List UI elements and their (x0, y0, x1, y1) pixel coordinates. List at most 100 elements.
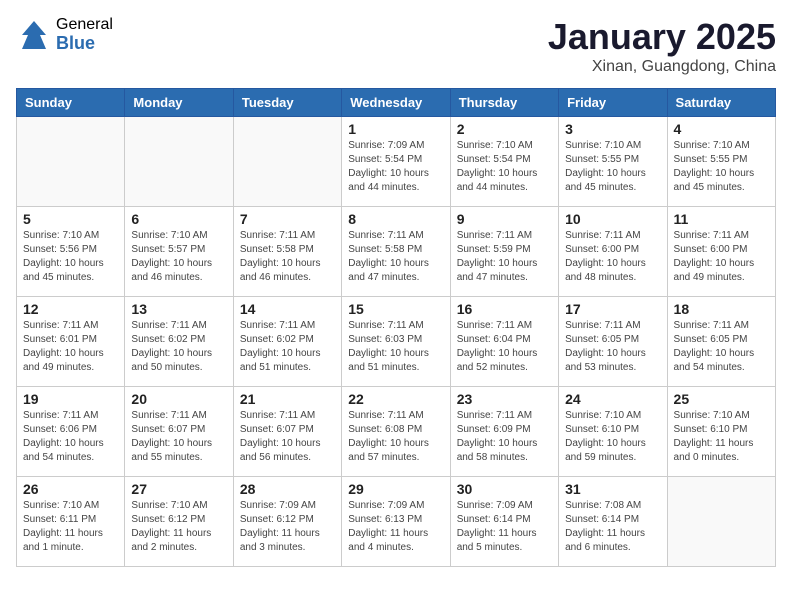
day-info: Sunrise: 7:10 AM Sunset: 6:10 PM Dayligh… (674, 409, 769, 465)
calendar-cell: 14Sunrise: 7:11 AM Sunset: 6:02 PM Dayli… (233, 297, 341, 387)
day-info: Sunrise: 7:11 AM Sunset: 6:05 PM Dayligh… (565, 319, 660, 375)
calendar-cell: 24 Sunrise: 7:10 AM Sunset: 6:10 PM Dayli… (559, 387, 667, 477)
calendar-cell: 13 Sunrise: 7:11 AM Sunset: 6:02 PM Dayli… (125, 297, 233, 387)
calendar-cell: 26 Sunrise: 7:10 AM Sunset: 6:11 PM Dayli… (17, 477, 125, 567)
column-header-tuesday: Tuesday (233, 89, 341, 117)
calendar-cell: 7Sunrise: 7:11 AM Sunset: 5:58 PM Daylig… (233, 207, 341, 297)
day-info: Sunrise: 7:11 AM Sunset: 6:07 PM Dayligh… (240, 409, 335, 465)
day-number: 12 (23, 301, 118, 317)
column-header-thursday: Thursday (450, 89, 558, 117)
day-number: 24 (565, 391, 660, 407)
day-info: Sunrise: 7:10 AM Sunset: 6:11 PM Dayligh… (23, 499, 118, 555)
day-number: 11 (674, 211, 769, 227)
day-number: 29 (348, 481, 443, 497)
logo: General Blue (16, 16, 113, 53)
calendar-cell: 28 Sunrise: 7:09 AM Sunset: 6:12 PM Dayli… (233, 477, 341, 567)
calendar-cell: 23 Sunrise: 7:11 AM Sunset: 6:09 PM Dayli… (450, 387, 558, 477)
day-number: 21 (240, 391, 335, 407)
column-header-monday: Monday (125, 89, 233, 117)
day-number: 9 (457, 211, 552, 227)
calendar-week-row: 5 Sunrise: 7:10 AM Sunset: 5:56 PM Daylig… (17, 207, 776, 297)
day-info: Sunrise: 7:11 AM Sunset: 6:02 PM Dayligh… (240, 319, 335, 375)
logo-blue-text: Blue (56, 34, 113, 54)
calendar-cell: 11Sunrise: 7:11 AM Sunset: 6:00 PM Dayli… (667, 207, 775, 297)
calendar-cell: 29Sunrise: 7:09 AM Sunset: 6:13 PM Dayli… (342, 477, 450, 567)
day-number: 19 (23, 391, 118, 407)
day-number: 30 (457, 481, 552, 497)
calendar-cell (667, 477, 775, 567)
calendar-week-row: 26 Sunrise: 7:10 AM Sunset: 6:11 PM Dayli… (17, 477, 776, 567)
day-info: Sunrise: 7:11 AM Sunset: 6:03 PM Dayligh… (348, 319, 443, 375)
day-info: Sunrise: 7:10 AM Sunset: 5:56 PM Dayligh… (23, 229, 118, 285)
day-info: Sunrise: 7:09 AM Sunset: 6:14 PM Dayligh… (457, 499, 552, 555)
day-number: 15 (348, 301, 443, 317)
calendar-header-row: SundayMondayTuesdayWednesdayThursdayFrid… (17, 89, 776, 117)
page-header: General Blue January 2025 Xinan, Guangdo… (16, 16, 776, 76)
day-number: 1 (348, 121, 443, 137)
calendar-cell (125, 117, 233, 207)
day-info: Sunrise: 7:11 AM Sunset: 6:06 PM Dayligh… (23, 409, 118, 465)
calendar-location: Xinan, Guangdong, China (548, 58, 776, 76)
calendar-week-row: 1 Sunrise: 7:09 AM Sunset: 5:54 PM Daylig… (17, 117, 776, 207)
calendar-title: January 2025 (548, 16, 776, 58)
day-info: Sunrise: 7:11 AM Sunset: 6:07 PM Dayligh… (131, 409, 226, 465)
day-number: 5 (23, 211, 118, 227)
day-number: 16 (457, 301, 552, 317)
logo-text: General Blue (56, 16, 113, 53)
calendar-cell: 15 Sunrise: 7:11 AM Sunset: 6:03 PM Dayli… (342, 297, 450, 387)
day-number: 31 (565, 481, 660, 497)
calendar-cell: 10Sunrise: 7:11 AM Sunset: 6:00 PM Dayli… (559, 207, 667, 297)
logo-general: General (56, 16, 113, 34)
column-header-wednesday: Wednesday (342, 89, 450, 117)
day-number: 2 (457, 121, 552, 137)
day-info: Sunrise: 7:11 AM Sunset: 6:05 PM Dayligh… (674, 319, 769, 375)
day-info: Sunrise: 7:10 AM Sunset: 6:12 PM Dayligh… (131, 499, 226, 555)
day-number: 20 (131, 391, 226, 407)
day-number: 3 (565, 121, 660, 137)
day-number: 22 (348, 391, 443, 407)
calendar-cell: 25Sunrise: 7:10 AM Sunset: 6:10 PM Dayli… (667, 387, 775, 477)
day-info: Sunrise: 7:11 AM Sunset: 6:09 PM Dayligh… (457, 409, 552, 465)
day-info: Sunrise: 7:09 AM Sunset: 5:54 PM Dayligh… (348, 139, 443, 195)
calendar-cell: 18 Sunrise: 7:11 AM Sunset: 6:05 PM Dayli… (667, 297, 775, 387)
calendar-cell: 3 Sunrise: 7:10 AM Sunset: 5:55 PM Daylig… (559, 117, 667, 207)
day-info: Sunrise: 7:11 AM Sunset: 5:58 PM Dayligh… (348, 229, 443, 285)
calendar-cell: 27 Sunrise: 7:10 AM Sunset: 6:12 PM Dayli… (125, 477, 233, 567)
day-info: Sunrise: 7:08 AM Sunset: 6:14 PM Dayligh… (565, 499, 660, 555)
calendar-cell: 1 Sunrise: 7:09 AM Sunset: 5:54 PM Daylig… (342, 117, 450, 207)
calendar-cell: 12 Sunrise: 7:11 AM Sunset: 6:01 PM Dayli… (17, 297, 125, 387)
calendar-cell: 21 Sunrise: 7:11 AM Sunset: 6:07 PM Dayli… (233, 387, 341, 477)
calendar-cell: 22 Sunrise: 7:11 AM Sunset: 6:08 PM Dayli… (342, 387, 450, 477)
calendar-cell: 6Sunrise: 7:10 AM Sunset: 5:57 PM Daylig… (125, 207, 233, 297)
day-number: 18 (674, 301, 769, 317)
day-number: 8 (348, 211, 443, 227)
calendar-cell (17, 117, 125, 207)
day-info: Sunrise: 7:10 AM Sunset: 6:10 PM Dayligh… (565, 409, 660, 465)
column-header-sunday: Sunday (17, 89, 125, 117)
day-info: Sunrise: 7:10 AM Sunset: 5:54 PM Dayligh… (457, 139, 552, 195)
calendar-week-row: 19 Sunrise: 7:11 AM Sunset: 6:06 PM Dayli… (17, 387, 776, 477)
calendar-cell: 5 Sunrise: 7:10 AM Sunset: 5:56 PM Daylig… (17, 207, 125, 297)
calendar-cell: 19 Sunrise: 7:11 AM Sunset: 6:06 PM Dayli… (17, 387, 125, 477)
column-header-saturday: Saturday (667, 89, 775, 117)
day-number: 13 (131, 301, 226, 317)
calendar-cell: 17Sunrise: 7:11 AM Sunset: 6:05 PM Dayli… (559, 297, 667, 387)
calendar-week-row: 12 Sunrise: 7:11 AM Sunset: 6:01 PM Dayli… (17, 297, 776, 387)
calendar-cell: 30 Sunrise: 7:09 AM Sunset: 6:14 PM Dayli… (450, 477, 558, 567)
day-info: Sunrise: 7:11 AM Sunset: 6:01 PM Dayligh… (23, 319, 118, 375)
day-info: Sunrise: 7:10 AM Sunset: 5:55 PM Dayligh… (565, 139, 660, 195)
day-info: Sunrise: 7:11 AM Sunset: 5:59 PM Dayligh… (457, 229, 552, 285)
day-number: 10 (565, 211, 660, 227)
day-info: Sunrise: 7:11 AM Sunset: 6:08 PM Dayligh… (348, 409, 443, 465)
day-number: 26 (23, 481, 118, 497)
day-number: 23 (457, 391, 552, 407)
title-area: January 2025 Xinan, Guangdong, China (548, 16, 776, 76)
day-number: 4 (674, 121, 769, 137)
day-number: 28 (240, 481, 335, 497)
day-number: 27 (131, 481, 226, 497)
calendar-cell: 31 Sunrise: 7:08 AM Sunset: 6:14 PM Dayli… (559, 477, 667, 567)
day-info: Sunrise: 7:10 AM Sunset: 5:55 PM Dayligh… (674, 139, 769, 195)
day-info: Sunrise: 7:09 AM Sunset: 6:12 PM Dayligh… (240, 499, 335, 555)
day-info: Sunrise: 7:10 AM Sunset: 5:57 PM Dayligh… (131, 229, 226, 285)
day-info: Sunrise: 7:11 AM Sunset: 6:02 PM Dayligh… (131, 319, 226, 375)
